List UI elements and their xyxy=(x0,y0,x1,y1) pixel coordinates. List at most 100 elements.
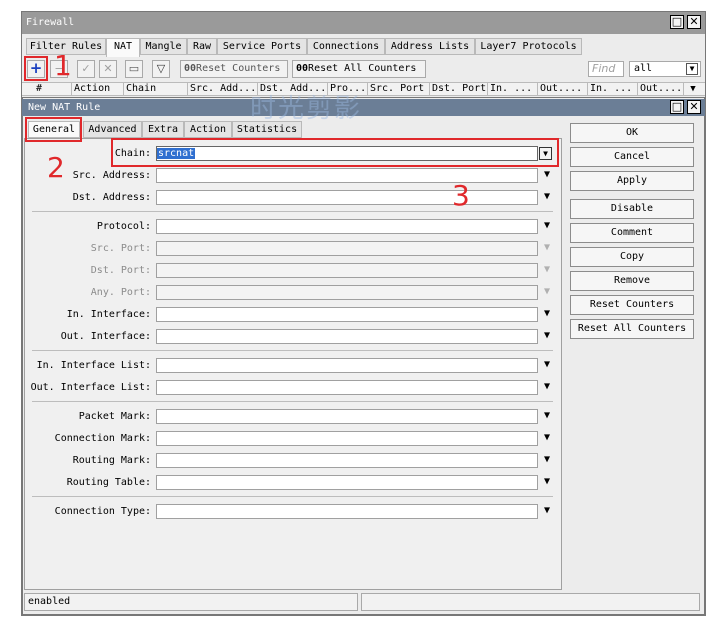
find-input[interactable]: Find xyxy=(588,61,624,77)
comment-icon[interactable]: ▭ xyxy=(125,60,143,78)
tab-advanced[interactable]: Advanced xyxy=(83,121,142,138)
in-interface-list-dropdown-icon[interactable]: ▼ xyxy=(541,359,553,371)
reset-counters-button[interactable]: 00Reset Counters xyxy=(180,60,288,78)
col-src-port[interactable]: Src. Port xyxy=(368,83,430,95)
out-interface-input[interactable] xyxy=(156,329,538,344)
tab-raw[interactable]: Raw xyxy=(187,38,217,55)
src-port-input[interactable] xyxy=(156,241,538,256)
firewall-titlebar xyxy=(22,12,705,34)
dst-port-input[interactable] xyxy=(156,263,538,278)
reset-all-counters-button[interactable]: 00Reset All Counters xyxy=(292,60,426,78)
tab-mangle[interactable]: Mangle xyxy=(140,38,187,55)
any-port-input[interactable] xyxy=(156,285,538,300)
col-dst-port[interactable]: Dst. Port xyxy=(430,83,488,95)
tab-nat[interactable]: NAT xyxy=(106,38,140,57)
protocol-input[interactable] xyxy=(156,219,538,234)
src-address-label: Src. Address: xyxy=(72,170,151,181)
out-interface-dropdown-icon[interactable]: ▼ xyxy=(541,330,553,342)
col-out-interface-list[interactable]: Out.... xyxy=(638,83,684,95)
comment-button[interactable]: Comment xyxy=(570,223,694,243)
routing-table-dropdown-icon[interactable]: ▼ xyxy=(541,476,553,488)
counter-icon: 00 xyxy=(184,63,197,74)
disable-icon[interactable]: ✕ xyxy=(99,60,117,78)
protocol-dropdown-icon[interactable]: ▼ xyxy=(541,220,553,232)
dialog-maximize-icon[interactable]: □ xyxy=(670,100,684,114)
routing-mark-dropdown-icon[interactable]: ▼ xyxy=(541,454,553,466)
tab-layer7-protocols[interactable]: Layer7 Protocols xyxy=(475,38,582,55)
col-chain[interactable]: Chain xyxy=(124,83,188,95)
annotation-number-1: 1 xyxy=(54,49,72,82)
out-interface-list-label: Out. Interface List: xyxy=(30,382,151,393)
status-cell-empty xyxy=(361,593,700,611)
protocol-label: Protocol: xyxy=(96,221,151,232)
src-port-label: Src. Port: xyxy=(90,243,151,254)
in-interface-input[interactable] xyxy=(156,307,538,322)
out-interface-list-input[interactable] xyxy=(156,380,538,395)
col-action[interactable]: Action xyxy=(72,83,124,95)
filter-select[interactable]: all ▼ xyxy=(629,61,701,77)
tab-extra[interactable]: Extra xyxy=(142,121,184,138)
connection-type-dropdown-icon[interactable]: ▼ xyxy=(541,505,553,517)
connection-mark-label: Connection Mark: xyxy=(54,433,151,444)
annotation-number-3: 3 xyxy=(452,179,470,212)
dst-address-input[interactable] xyxy=(156,190,538,205)
annotation-number-2: 2 xyxy=(47,151,65,184)
apply-button[interactable]: Apply xyxy=(570,171,694,191)
col-in-interface-list[interactable]: In. ... xyxy=(588,83,638,95)
any-port-label: Any. Port: xyxy=(90,287,151,298)
divider xyxy=(32,211,553,212)
packet-mark-input[interactable] xyxy=(156,409,538,424)
in-interface-dropdown-icon[interactable]: ▼ xyxy=(541,308,553,320)
copy-button[interactable]: Copy xyxy=(570,247,694,267)
any-port-dropdown-icon[interactable]: ▼ xyxy=(541,286,553,298)
tab-service-ports[interactable]: Service Ports xyxy=(217,38,307,55)
filter-select-value: all xyxy=(634,63,653,74)
routing-mark-input[interactable] xyxy=(156,453,538,468)
divider xyxy=(32,496,553,497)
disable-button[interactable]: Disable xyxy=(570,199,694,219)
connection-mark-dropdown-icon[interactable]: ▼ xyxy=(541,432,553,444)
tab-address-lists[interactable]: Address Lists xyxy=(385,38,475,55)
routing-table-label: Routing Table: xyxy=(66,477,151,488)
in-interface-list-label: In. Interface List: xyxy=(36,360,151,371)
col-src-address[interactable]: Src. Add... xyxy=(188,83,258,95)
col-in-interface[interactable]: In. ... xyxy=(488,83,538,95)
maximize-icon[interactable]: □ xyxy=(670,15,684,29)
routing-mark-label: Routing Mark: xyxy=(72,455,151,466)
filter-dropdown-icon[interactable]: ▼ xyxy=(686,63,698,75)
dst-address-dropdown-icon[interactable]: ▼ xyxy=(541,191,553,203)
columns-dropdown-icon[interactable]: ▼ xyxy=(686,83,700,95)
col-out-interface[interactable]: Out.... xyxy=(538,83,588,95)
packet-mark-dropdown-icon[interactable]: ▼ xyxy=(541,410,553,422)
reset-counters-side-button[interactable]: Reset Counters xyxy=(570,295,694,315)
annotation-box-1 xyxy=(24,56,48,81)
out-interface-label: Out. Interface: xyxy=(60,331,151,342)
cancel-button[interactable]: Cancel xyxy=(570,147,694,167)
tab-connections[interactable]: Connections xyxy=(307,38,385,55)
packet-mark-label: Packet Mark: xyxy=(78,411,151,422)
close-icon[interactable]: ✕ xyxy=(687,15,701,29)
in-interface-label: In. Interface: xyxy=(66,309,151,320)
dst-port-label: Dst. Port: xyxy=(90,265,151,276)
src-address-input[interactable] xyxy=(156,168,538,183)
remove-button[interactable]: Remove xyxy=(570,271,694,291)
src-port-dropdown-icon[interactable]: ▼ xyxy=(541,242,553,254)
routing-table-input[interactable] xyxy=(156,475,538,490)
src-address-dropdown-icon[interactable]: ▼ xyxy=(541,169,553,181)
out-interface-list-dropdown-icon[interactable]: ▼ xyxy=(541,381,553,393)
in-interface-list-input[interactable] xyxy=(156,358,538,373)
dialog-close-icon[interactable]: ✕ xyxy=(687,100,701,114)
dst-address-label: Dst. Address: xyxy=(72,192,151,203)
reset-all-counters-side-button[interactable]: Reset All Counters xyxy=(570,319,694,339)
dst-port-dropdown-icon[interactable]: ▼ xyxy=(541,264,553,276)
connection-type-label: Connection Type: xyxy=(54,506,151,517)
col-number[interactable]: # xyxy=(24,83,72,95)
watermark: 时光剪影 xyxy=(250,94,363,124)
enable-icon[interactable]: ✓ xyxy=(77,60,95,78)
connection-mark-input[interactable] xyxy=(156,431,538,446)
ok-button[interactable]: OK xyxy=(570,123,694,143)
connection-type-input[interactable] xyxy=(156,504,538,519)
tab-action[interactable]: Action xyxy=(184,121,232,138)
tab-statistics[interactable]: Statistics xyxy=(232,121,302,138)
filter-icon[interactable]: ▽ xyxy=(152,60,170,78)
